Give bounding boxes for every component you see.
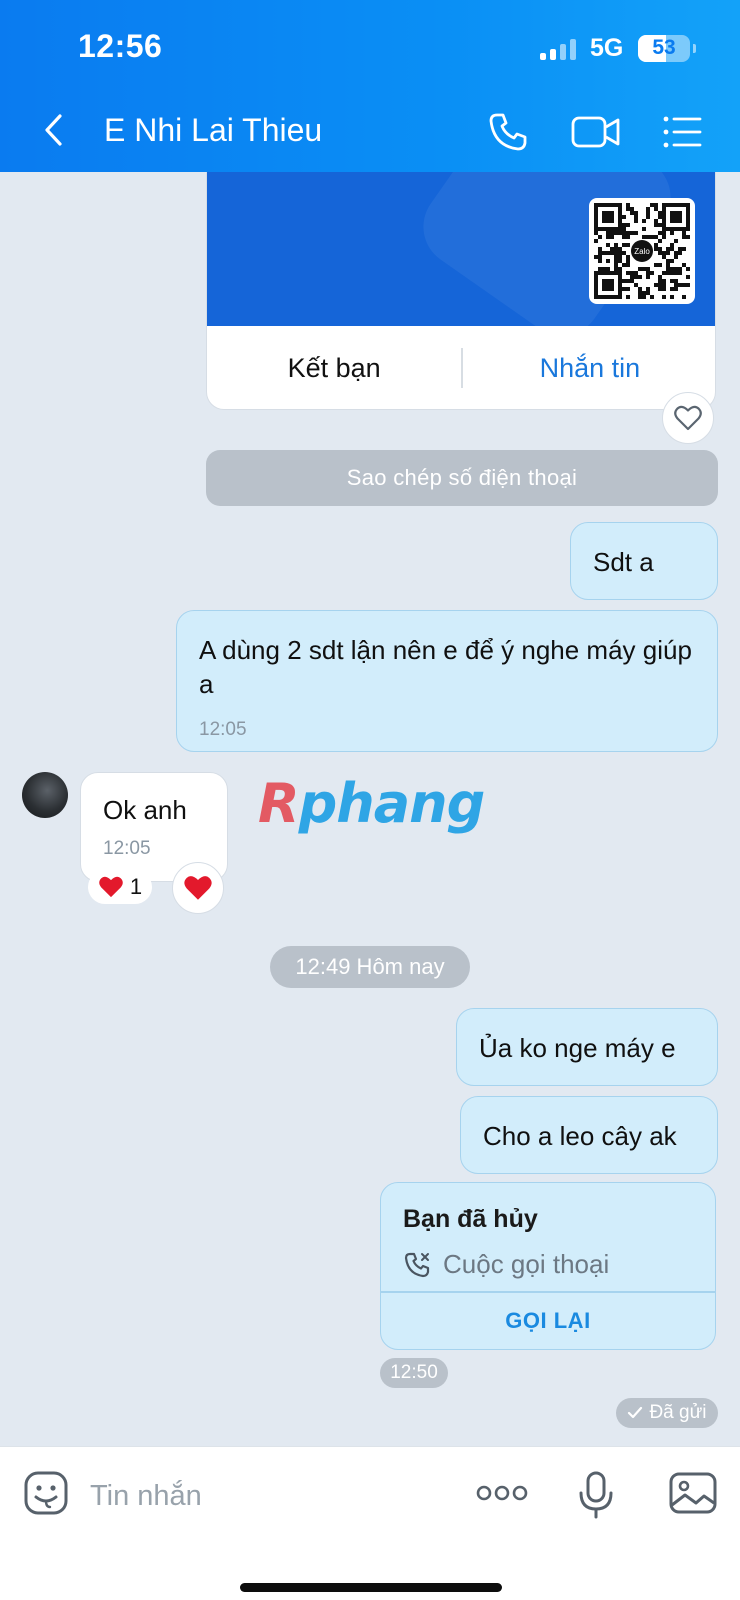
- sent-status-label: Đã gửi: [649, 1402, 707, 1423]
- menu-list-icon: [663, 116, 702, 148]
- react-button[interactable]: [172, 862, 224, 914]
- message-time: 12:05: [199, 719, 247, 740]
- sent-status: Đã gửi: [616, 1398, 718, 1428]
- qr-code[interactable]: Zalo: [589, 198, 695, 304]
- watermark-logo: Rphang: [258, 772, 485, 835]
- call-type-label: Cuộc gọi thoại: [443, 1249, 610, 1279]
- message-text: Ủa ko nge máy e: [479, 1033, 676, 1063]
- heart-outline-icon: [674, 405, 702, 431]
- back-icon: [45, 114, 62, 146]
- message-text: A dùng 2 sdt lận nên e để ý nghe máy giú…: [199, 635, 692, 699]
- message-bubble-outgoing[interactable]: A dùng 2 sdt lận nên e để ý nghe máy giú…: [176, 610, 718, 752]
- heart-icon: [184, 876, 212, 900]
- reaction-count: 1: [129, 874, 143, 899]
- chat-title[interactable]: E Nhi Lai Thieu: [104, 112, 322, 149]
- message-input-bar: [0, 1446, 740, 1600]
- home-indicator: [240, 1583, 502, 1592]
- photo-button[interactable]: [668, 1469, 720, 1521]
- more-dots-icon: [476, 1485, 528, 1501]
- sticker-icon: [24, 1471, 68, 1515]
- send-message-button[interactable]: Nhắn tin: [463, 353, 715, 384]
- signal-icon: [540, 38, 576, 60]
- network-label: 5G: [590, 34, 624, 62]
- voice-call-button[interactable]: [486, 110, 530, 154]
- check-icon: [628, 1406, 643, 1419]
- call-status: Bạn đã hủy: [403, 1205, 538, 1233]
- sticker-button[interactable]: [22, 1469, 74, 1521]
- message-text: Cho a leo cây ak: [483, 1121, 677, 1151]
- microphone-icon: [579, 1471, 613, 1519]
- video-call-icon: [571, 116, 620, 148]
- back-button[interactable]: [36, 110, 76, 150]
- call-log-card[interactable]: Bạn đã hủy Cuộc gọi thoại GỌI LẠI: [380, 1182, 716, 1350]
- avatar[interactable]: [22, 772, 68, 818]
- contact-card-banner: Zalo: [207, 172, 715, 326]
- contact-card-actions: Kết bạn Nhắn tin: [207, 326, 715, 409]
- video-call-button[interactable]: [570, 110, 622, 154]
- message-bubble-outgoing[interactable]: Cho a leo cây ak: [460, 1096, 718, 1174]
- more-options-button[interactable]: [474, 1469, 530, 1521]
- battery-tip: [693, 44, 696, 53]
- date-separator: 12:49 Hôm nay: [270, 946, 470, 988]
- battery-level: 53: [652, 36, 676, 59]
- message-time: 12:50: [380, 1358, 448, 1388]
- qr-logo-text: Zalo: [634, 247, 650, 256]
- missed-call-icon: [404, 1252, 430, 1277]
- message-time: 12:05: [103, 838, 151, 859]
- heart-icon: [99, 876, 123, 898]
- message-bubble-outgoing[interactable]: Ủa ko nge máy e: [456, 1008, 718, 1086]
- call-back-button[interactable]: GỌI LẠI: [381, 1291, 715, 1349]
- status-time: 12:56: [78, 28, 163, 64]
- chat-options-button[interactable]: [660, 110, 704, 154]
- message-text: Sdt a: [593, 547, 654, 577]
- message-text: Ok anh: [103, 795, 187, 825]
- voice-record-button[interactable]: [572, 1469, 624, 1521]
- add-friend-button[interactable]: Kết bạn: [207, 353, 461, 384]
- contact-card: Zalo Kết bạn Nhắn tin: [206, 172, 716, 410]
- message-input[interactable]: [90, 1473, 450, 1519]
- image-icon: [669, 1472, 717, 1514]
- reaction-summary[interactable]: 1: [88, 870, 152, 904]
- qr-code-icon: Zalo: [594, 203, 690, 299]
- phone-icon: [489, 113, 527, 151]
- call-type: Cuộc gọi thoại: [403, 1249, 609, 1280]
- copy-phone-button[interactable]: Sao chép số điện thoại: [206, 450, 718, 506]
- battery-icon: 53: [638, 35, 690, 62]
- message-bubble-outgoing[interactable]: Sdt a: [570, 522, 718, 600]
- chat-header: 12:56 5G 53 E Nhi Lai Thieu: [0, 0, 740, 172]
- react-button[interactable]: [662, 392, 714, 444]
